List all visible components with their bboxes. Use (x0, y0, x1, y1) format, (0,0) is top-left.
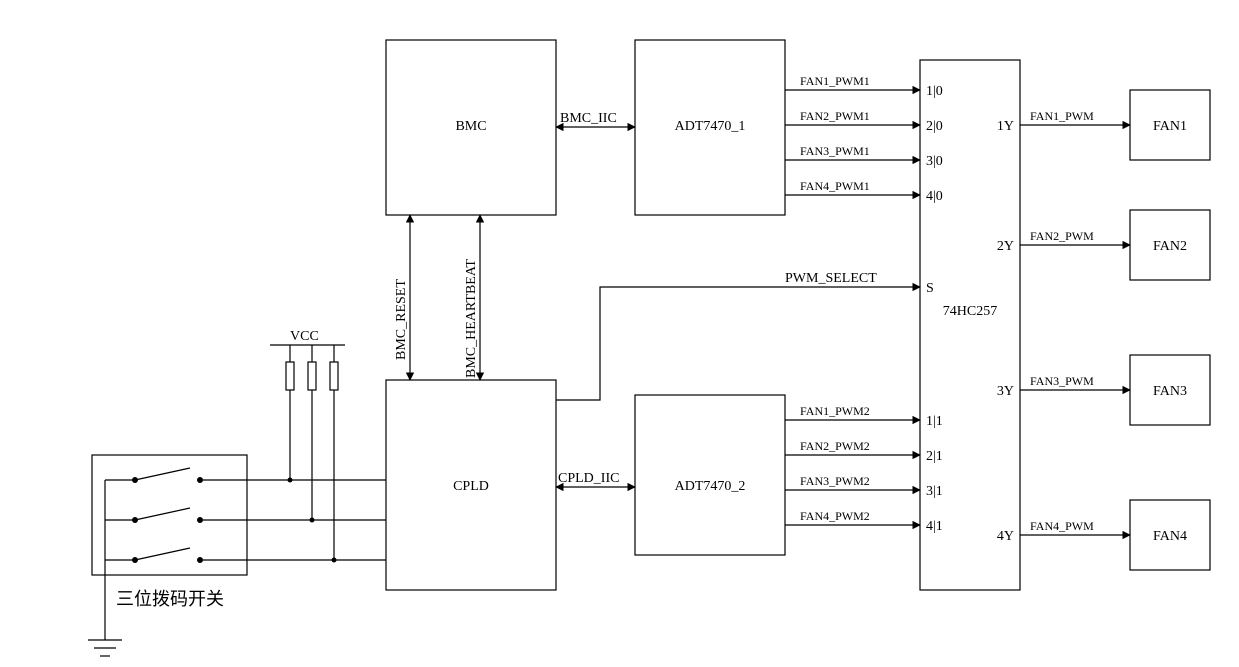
adt1-label: ADT7470_1 (675, 119, 746, 134)
mux-i30: 3|0 (926, 154, 943, 169)
fan3-label: FAN3 (1153, 384, 1187, 399)
fan2-label: FAN2 (1153, 239, 1187, 254)
fan2-pwm-label: FAN2_PWM (1030, 229, 1094, 243)
mux-label: 74HC257 (943, 304, 997, 319)
pullup-resistors (286, 345, 338, 560)
dip-switch-label: 三位拨码开关 (116, 589, 224, 609)
mux-y2: 2Y (997, 239, 1014, 254)
diagram-canvas: BMC CPLD ADT7470_1 ADT7470_2 74HC257 FAN… (0, 0, 1239, 667)
fan1-pwm2-label: FAN1_PWM2 (800, 404, 870, 418)
adt2-block (635, 395, 785, 555)
fan4-pwm1-label: FAN4_PWM1 (800, 179, 870, 193)
fan2-pwm1-label: FAN2_PWM1 (800, 109, 870, 123)
mux-i31: 3|1 (926, 484, 943, 499)
fan2-pwm2-label: FAN2_PWM2 (800, 439, 870, 453)
mux-y4: 4Y (997, 529, 1014, 544)
vcc-label: VCC (290, 329, 319, 344)
dip-switch-contacts (132, 468, 203, 563)
mux-i21: 2|1 (926, 449, 943, 464)
mux-s-pin: S (926, 281, 934, 296)
ground-symbol (88, 640, 122, 656)
mux-i11: 1|1 (926, 414, 943, 429)
fan1-pwm-label: FAN1_PWM (1030, 109, 1094, 123)
mux-i10: 1|0 (926, 84, 943, 99)
fan3-pwm1-label: FAN3_PWM1 (800, 144, 870, 158)
mux-block (920, 60, 1020, 590)
mux-i40: 4|0 (926, 189, 943, 204)
adt2-label: ADT7470_2 (675, 479, 746, 494)
bmc-heartbeat-label: BMC_HEARTBEAT (464, 259, 479, 378)
mux-i41: 4|1 (926, 519, 943, 534)
fan4-pwm-label: FAN4_PWM (1030, 519, 1094, 533)
fan4-pwm2-label: FAN4_PWM2 (800, 509, 870, 523)
fan1-label: FAN1 (1153, 119, 1187, 134)
fan3-pwm2-label: FAN3_PWM2 (800, 474, 870, 488)
bmc-reset-label: BMC_RESET (394, 279, 409, 360)
mux-y3: 3Y (997, 384, 1014, 399)
pwm-select-label: PWM_SELECT (785, 271, 877, 286)
fan1-pwm1-label: FAN1_PWM1 (800, 74, 870, 88)
fan3-pwm-label: FAN3_PWM (1030, 374, 1094, 388)
bmc-iic-label: BMC_IIC (560, 111, 617, 126)
cpld-label: CPLD (453, 479, 489, 494)
cpld-iic-label: CPLD_IIC (558, 471, 619, 486)
fan4-label: FAN4 (1153, 529, 1187, 544)
pwm-select-wire (556, 287, 920, 400)
mux-y1: 1Y (997, 119, 1014, 134)
bmc-label: BMC (455, 119, 486, 134)
mux-i20: 2|0 (926, 119, 943, 134)
